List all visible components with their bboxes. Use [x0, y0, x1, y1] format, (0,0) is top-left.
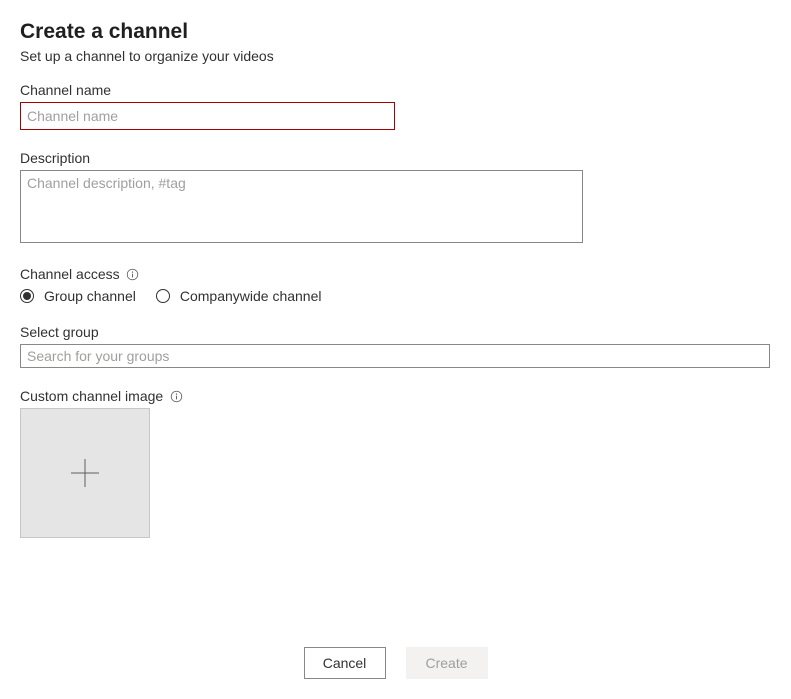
info-icon[interactable] [169, 389, 183, 403]
radio-group: Group channel Companywide channel [20, 288, 771, 304]
channel-name-input[interactable] [20, 102, 395, 130]
description-textarea[interactable] [20, 170, 583, 243]
custom-image-label-row: Custom channel image [20, 388, 771, 404]
create-button[interactable]: Create [406, 647, 488, 679]
channel-name-label: Channel name [20, 82, 771, 98]
channel-name-group: Channel name [20, 82, 771, 130]
channel-access-label: Channel access [20, 266, 120, 282]
radio-group-channel-label: Group channel [44, 288, 136, 304]
channel-access-group: Channel access Group channel Companywide… [20, 266, 771, 304]
description-group: Description [20, 150, 771, 246]
radio-circle-icon [156, 289, 170, 303]
custom-image-label: Custom channel image [20, 388, 163, 404]
page-subtitle: Set up a channel to organize your videos [20, 48, 771, 64]
custom-image-group: Custom channel image [20, 388, 771, 538]
select-group-label: Select group [20, 324, 771, 340]
radio-circle-selected-icon [20, 289, 34, 303]
radio-dot-icon [23, 292, 31, 300]
radio-group-channel[interactable]: Group channel [20, 288, 136, 304]
page-title: Create a channel [20, 20, 771, 44]
image-upload-box[interactable] [20, 408, 150, 538]
channel-access-label-row: Channel access [20, 266, 771, 282]
info-icon[interactable] [126, 267, 140, 281]
radio-companywide-channel-label: Companywide channel [180, 288, 322, 304]
description-label: Description [20, 150, 771, 166]
select-group-input[interactable] [20, 344, 770, 368]
plus-icon [69, 457, 101, 489]
button-row: Cancel Create [0, 647, 791, 679]
radio-companywide-channel[interactable]: Companywide channel [156, 288, 322, 304]
cancel-button[interactable]: Cancel [304, 647, 386, 679]
select-group-field: Select group [20, 324, 771, 368]
